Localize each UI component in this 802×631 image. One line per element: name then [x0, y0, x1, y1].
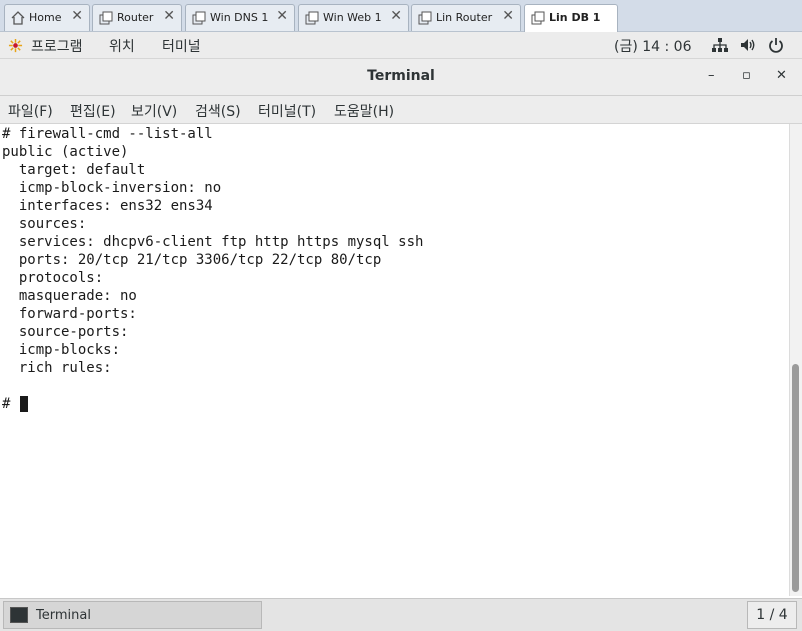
menu-help[interactable]: 도움말(H)	[334, 101, 394, 121]
programs-menu[interactable]: 프로그램	[31, 36, 83, 56]
clock[interactable]: (금) 14 : 06	[614, 36, 692, 56]
terminal-line: target: default	[2, 162, 146, 178]
volume-icon[interactable]	[739, 37, 757, 53]
vm-tab-lin-router[interactable]: Lin Router ✕	[411, 4, 521, 31]
terminal-line: services: dhcpv6-client ftp http https m…	[2, 234, 424, 250]
bottom-taskbar: Terminal 1 / 4	[0, 598, 802, 631]
close-icon[interactable]: ✕	[163, 8, 175, 24]
vm-tab-label: Lin DB 1	[549, 11, 601, 24]
terminal-line: sources:	[2, 216, 87, 232]
menu-terminal[interactable]: 터미널(T)	[258, 101, 316, 121]
menu-edit[interactable]: 편집(E)	[70, 101, 116, 121]
power-icon[interactable]	[767, 37, 785, 53]
menu-search[interactable]: 검색(S)	[195, 101, 241, 121]
vm-tab-label: Home	[29, 11, 62, 24]
gnome-top-bar: 프로그램 위치 터미널 (금) 14 : 06	[0, 32, 802, 59]
network-icon[interactable]	[711, 37, 729, 53]
terminal-app-menu[interactable]: 터미널	[162, 36, 201, 56]
scrollbar-thumb[interactable]	[792, 364, 799, 592]
menu-bar: 파일(F) 편집(E) 보기(V) 검색(S) 터미널(T) 도움말(H)	[0, 96, 802, 124]
minimize-button[interactable]: –	[708, 68, 715, 83]
terminal-line: ports: 20/tcp 21/tcp 3306/tcp 22/tcp 80/…	[2, 252, 382, 268]
terminal-scrollbar[interactable]	[789, 124, 802, 596]
vm-icon	[99, 11, 113, 25]
terminal-line: icmp-blocks:	[2, 342, 121, 358]
window-title: Terminal	[367, 68, 435, 84]
vm-tab-win-dns-1[interactable]: Win DNS 1 ✕	[185, 4, 295, 31]
vm-tab-label: Lin Router	[436, 11, 493, 24]
vm-tab-home[interactable]: Home ✕	[4, 4, 90, 31]
home-icon	[11, 11, 25, 25]
vm-icon	[418, 11, 432, 25]
vm-tab-router[interactable]: Router ✕	[92, 4, 182, 31]
terminal-line: # firewall-cmd --list-all	[2, 126, 213, 142]
vm-tab-label: Win DNS 1	[210, 11, 269, 24]
vm-tab-lin-db-1[interactable]: Lin DB 1	[524, 4, 618, 32]
taskbar-terminal-button[interactable]: Terminal	[3, 601, 262, 629]
close-icon[interactable]: ✕	[502, 8, 514, 24]
terminal-icon	[10, 607, 28, 623]
close-icon[interactable]: ✕	[276, 8, 288, 24]
terminal-output[interactable]: # firewall-cmd --list-all public (active…	[0, 124, 790, 596]
terminal-line: icmp-block-inversion: no	[2, 180, 222, 196]
vm-tab-label: Win Web 1	[323, 11, 382, 24]
text-cursor	[20, 396, 28, 412]
applications-icon	[8, 38, 23, 53]
terminal-line: public (active)	[2, 144, 129, 160]
vm-tab-label: Router	[117, 11, 154, 24]
terminal-line: source-ports:	[2, 324, 129, 340]
menu-view[interactable]: 보기(V)	[131, 101, 177, 121]
close-button[interactable]: ✕	[776, 68, 787, 83]
window-title-bar[interactable]: Terminal – ▫ ✕	[0, 59, 802, 96]
places-menu[interactable]: 위치	[109, 36, 135, 56]
terminal-line: forward-ports:	[2, 306, 137, 322]
vm-icon	[192, 11, 206, 25]
terminal-line: masquerade: no	[2, 288, 137, 304]
terminal-prompt: #	[2, 396, 11, 412]
terminal-line: rich rules:	[2, 360, 112, 376]
vm-tab-strip: Home ✕ Router ✕ Win DNS 1 ✕ Win Web 1 ✕ …	[0, 0, 802, 32]
maximize-button[interactable]: ▫	[742, 68, 751, 83]
terminal-line: interfaces: ens32 ens34	[2, 198, 213, 214]
close-icon[interactable]: ✕	[390, 8, 402, 24]
close-icon[interactable]: ✕	[71, 8, 83, 24]
vm-icon	[531, 11, 545, 25]
menu-file[interactable]: 파일(F)	[8, 101, 53, 121]
vm-icon	[305, 11, 319, 25]
vm-tab-win-web-1[interactable]: Win Web 1 ✕	[298, 4, 409, 31]
workspace-switcher[interactable]: 1 / 4	[747, 601, 797, 629]
terminal-line: protocols:	[2, 270, 104, 286]
taskbar-task-label: Terminal	[36, 608, 91, 623]
